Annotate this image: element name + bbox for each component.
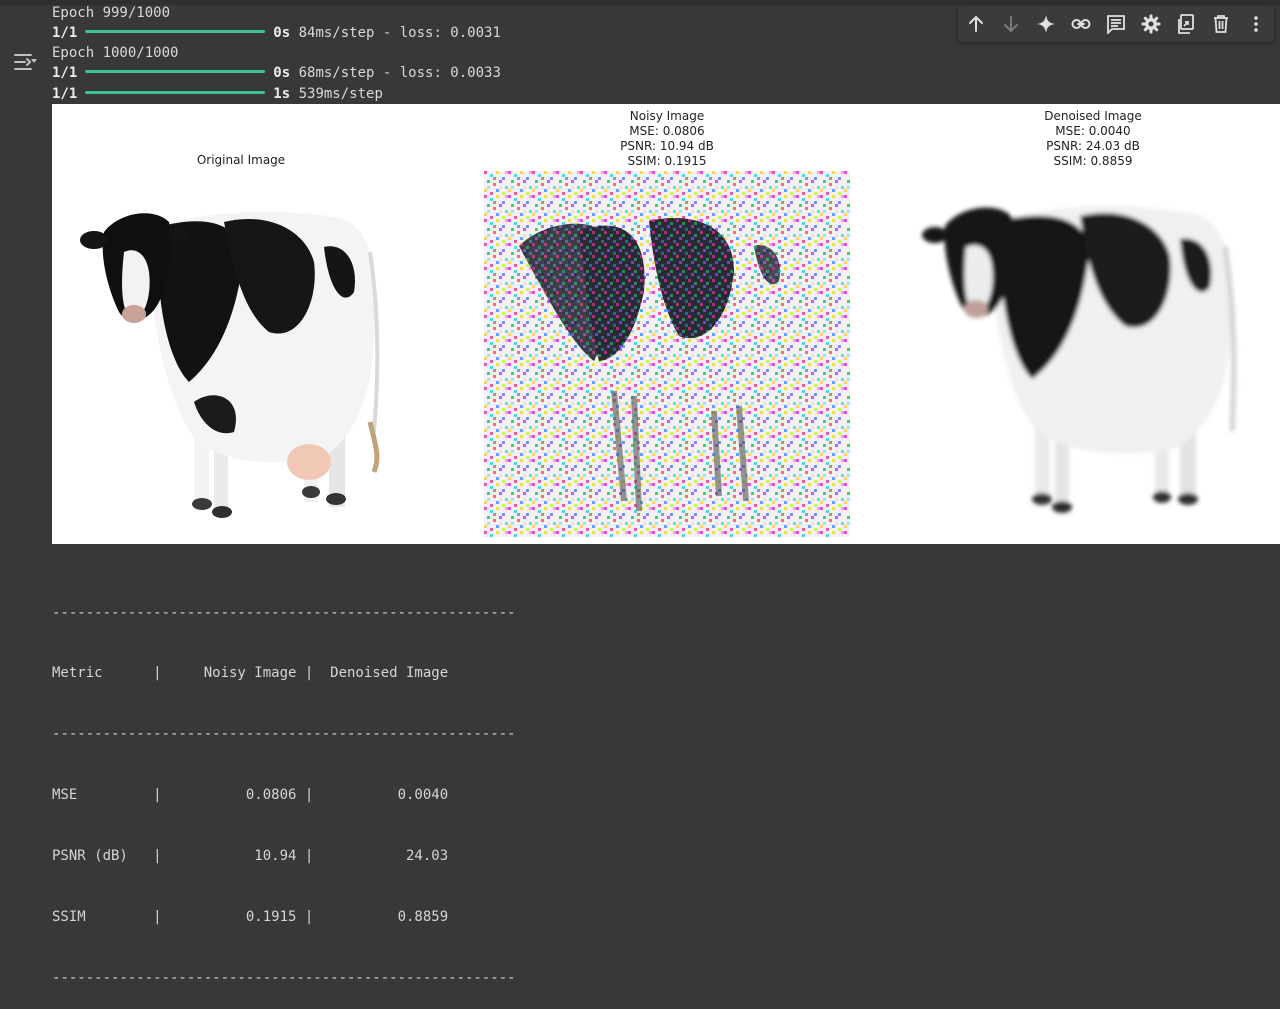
progress-line: 1/1 0s 68ms/step - loss: 0.0033 [52, 65, 501, 81]
table-rule: ----------------------------------------… [52, 969, 516, 986]
progress-line: 1/1 1s 539ms/step [52, 86, 383, 102]
original-image-title: Original Image [196, 153, 286, 167]
delete-cell-button[interactable] [1207, 10, 1235, 38]
denoised-image-title: Denoised Image MSE: 0.0040 PSNR: 24.03 d… [1044, 109, 1142, 168]
comment-button[interactable] [1102, 10, 1130, 38]
cell-toolbar [958, 6, 1274, 42]
progress-line: 1/1 0s 84ms/step - loss: 0.0031 [52, 25, 501, 41]
progress-bar [85, 69, 266, 73]
noisy-image [484, 171, 850, 537]
metrics-table: ----------------------------------------… [52, 562, 516, 1009]
comment-icon [1107, 15, 1125, 34]
denoised-image [922, 206, 1237, 513]
progress-bar [85, 90, 266, 94]
table-row: SSIM | 0.1915 | 0.8859 [52, 909, 449, 926]
table-rule: ----------------------------------------… [52, 726, 516, 743]
ai-assist-button[interactable] [1032, 10, 1060, 38]
output-toggle-icon[interactable] [12, 50, 38, 74]
more-vert-icon [1254, 16, 1259, 32]
arrow-up-icon [968, 15, 983, 32]
trash-icon [1214, 15, 1229, 33]
mirror-cell-icon [1178, 14, 1195, 34]
epoch-line: Epoch 1000/1000 [52, 45, 179, 61]
mirror-cell-button[interactable] [1172, 10, 1200, 38]
move-up-button[interactable] [962, 10, 990, 38]
gear-icon [1141, 14, 1161, 34]
link-icon [1071, 19, 1091, 29]
progress-bar [85, 29, 266, 33]
arrow-down-icon [1003, 16, 1018, 33]
table-rule: ----------------------------------------… [52, 604, 516, 621]
more-options-button[interactable] [1242, 10, 1270, 38]
matplotlib-figure: Original Image Noisy Image MSE: 0.0806 P… [52, 104, 1280, 544]
table-row: MSE | 0.0806 | 0.0040 [52, 787, 449, 804]
sparkle-icon [1036, 15, 1055, 33]
noisy-image-title: Noisy Image MSE: 0.0806 PSNR: 10.94 dB S… [620, 109, 714, 168]
move-down-button[interactable] [997, 10, 1025, 38]
epoch-line: Epoch 999/1000 [52, 5, 171, 21]
table-header: Metric | Noisy Image | Denoised Image [52, 665, 449, 682]
cell-top-border [0, 0, 1280, 5]
original-image [80, 212, 380, 518]
table-row: PSNR (dB) | 10.94 | 24.03 [52, 848, 449, 865]
copy-link-button[interactable] [1067, 10, 1095, 38]
settings-button[interactable] [1137, 10, 1165, 38]
